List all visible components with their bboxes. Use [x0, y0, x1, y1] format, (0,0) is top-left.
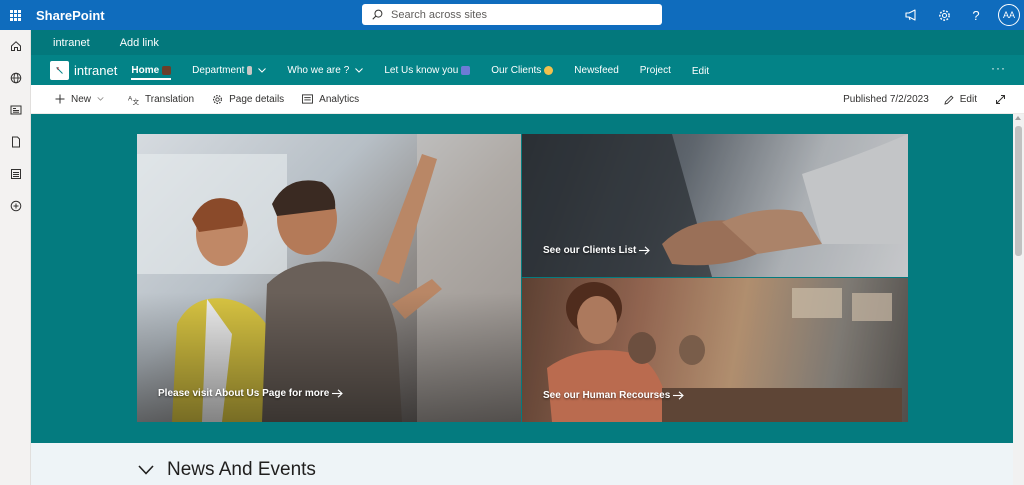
new-button[interactable]: New	[55, 94, 110, 105]
contact-card-icon	[461, 65, 471, 75]
expand-icon[interactable]	[995, 94, 1012, 105]
analytics-button[interactable]: Analytics	[302, 94, 359, 105]
chevron-down-icon[interactable]	[138, 465, 154, 475]
analytics-icon	[302, 94, 314, 104]
nav-item-our-clients[interactable]: Our Clients	[491, 55, 554, 85]
scroll-thumb[interactable]	[1015, 126, 1022, 256]
search-icon	[372, 9, 383, 20]
app-bar	[0, 30, 31, 485]
help-icon[interactable]: ?	[960, 0, 992, 30]
hero-tile-label[interactable]: See our Human Recourses	[543, 390, 685, 401]
globe-icon[interactable]	[0, 62, 31, 94]
edit-button[interactable]: Edit	[944, 94, 977, 105]
arrow-right-icon	[332, 389, 344, 398]
app-brand[interactable]: SharePoint	[36, 8, 105, 23]
pencil-icon	[944, 94, 954, 105]
translation-button[interactable]: A文 Translation	[128, 94, 194, 105]
page-canvas: Please visit About Us Page for more See …	[31, 114, 1013, 485]
gear-icon	[213, 94, 223, 104]
site-header: intranet Home Department Who we are ? Le…	[31, 55, 1024, 85]
news-section: News And Events	[31, 443, 1013, 485]
vertical-scrollbar[interactable]	[1013, 114, 1024, 485]
megaphone-icon[interactable]	[896, 0, 928, 30]
site-logo[interactable]	[50, 60, 69, 80]
nav-edit-link[interactable]: Edit	[692, 57, 709, 87]
chevron-down-icon	[355, 67, 364, 73]
list-icon[interactable]	[0, 158, 31, 190]
news-section-heading[interactable]: News And Events	[138, 459, 316, 481]
nav-item-project[interactable]: Project	[640, 55, 671, 85]
scroll-up-arrow[interactable]	[1015, 116, 1021, 120]
building-icon	[247, 65, 253, 75]
waffle-icon[interactable]	[0, 0, 30, 30]
arrow-right-icon	[639, 246, 651, 255]
hero-tile-clients[interactable]: See our Clients List	[522, 134, 908, 277]
heart-icon	[544, 65, 554, 75]
gear-icon[interactable]	[928, 0, 960, 30]
add-icon[interactable]	[0, 190, 31, 222]
chevron-down-icon	[97, 97, 104, 101]
hub-nav-item-intranet[interactable]: intranet	[53, 37, 90, 49]
avatar[interactable]: AA	[998, 4, 1020, 26]
nav-item-let-us-know-you[interactable]: Let Us know you	[384, 55, 471, 85]
hero-tile-label[interactable]: See our Clients List	[543, 245, 651, 256]
chevron-down-icon	[258, 67, 267, 73]
nav-item-department[interactable]: Department	[192, 55, 267, 85]
hero-tile-human-resources[interactable]: See our Human Recourses	[522, 278, 908, 422]
nav-item-newsfeed[interactable]: Newsfeed	[574, 55, 618, 85]
plus-icon	[55, 94, 65, 104]
arrow-right-icon	[673, 391, 685, 400]
nav-item-who-we-are[interactable]: Who we are ?	[287, 55, 364, 85]
suite-bar: SharePoint Search across sites ? AA	[0, 0, 1024, 30]
hero-section: Please visit About Us Page for more See …	[31, 114, 1013, 443]
hub-nav-add-link[interactable]: Add link	[120, 37, 159, 49]
question-icon: ?	[343, 64, 350, 76]
search-placeholder: Search across sites	[391, 8, 487, 21]
translate-icon: A文	[128, 95, 139, 105]
more-icon[interactable]: ···	[991, 61, 1006, 75]
nav-item-home[interactable]: Home	[131, 55, 172, 85]
hero-tile-about-us[interactable]: Please visit About Us Page for more	[137, 134, 521, 422]
home-icon[interactable]	[0, 30, 31, 62]
hero-tile-label[interactable]: Please visit About Us Page for more	[158, 388, 344, 399]
search-input[interactable]: Search across sites	[362, 4, 662, 25]
document-icon[interactable]	[0, 126, 31, 158]
site-title[interactable]: intranet	[74, 63, 117, 78]
page-details-button[interactable]: Page details	[212, 94, 284, 105]
command-bar: New A文 Translation Page details Analytic…	[31, 85, 1024, 114]
briefcase-icon	[162, 65, 172, 75]
hub-nav: intranet Add link	[31, 30, 1024, 55]
news-icon[interactable]	[0, 94, 31, 126]
published-status: Published 7/2/2023	[843, 94, 929, 105]
hero-image-collaboration	[137, 134, 521, 422]
svg-text:文: 文	[133, 97, 139, 105]
